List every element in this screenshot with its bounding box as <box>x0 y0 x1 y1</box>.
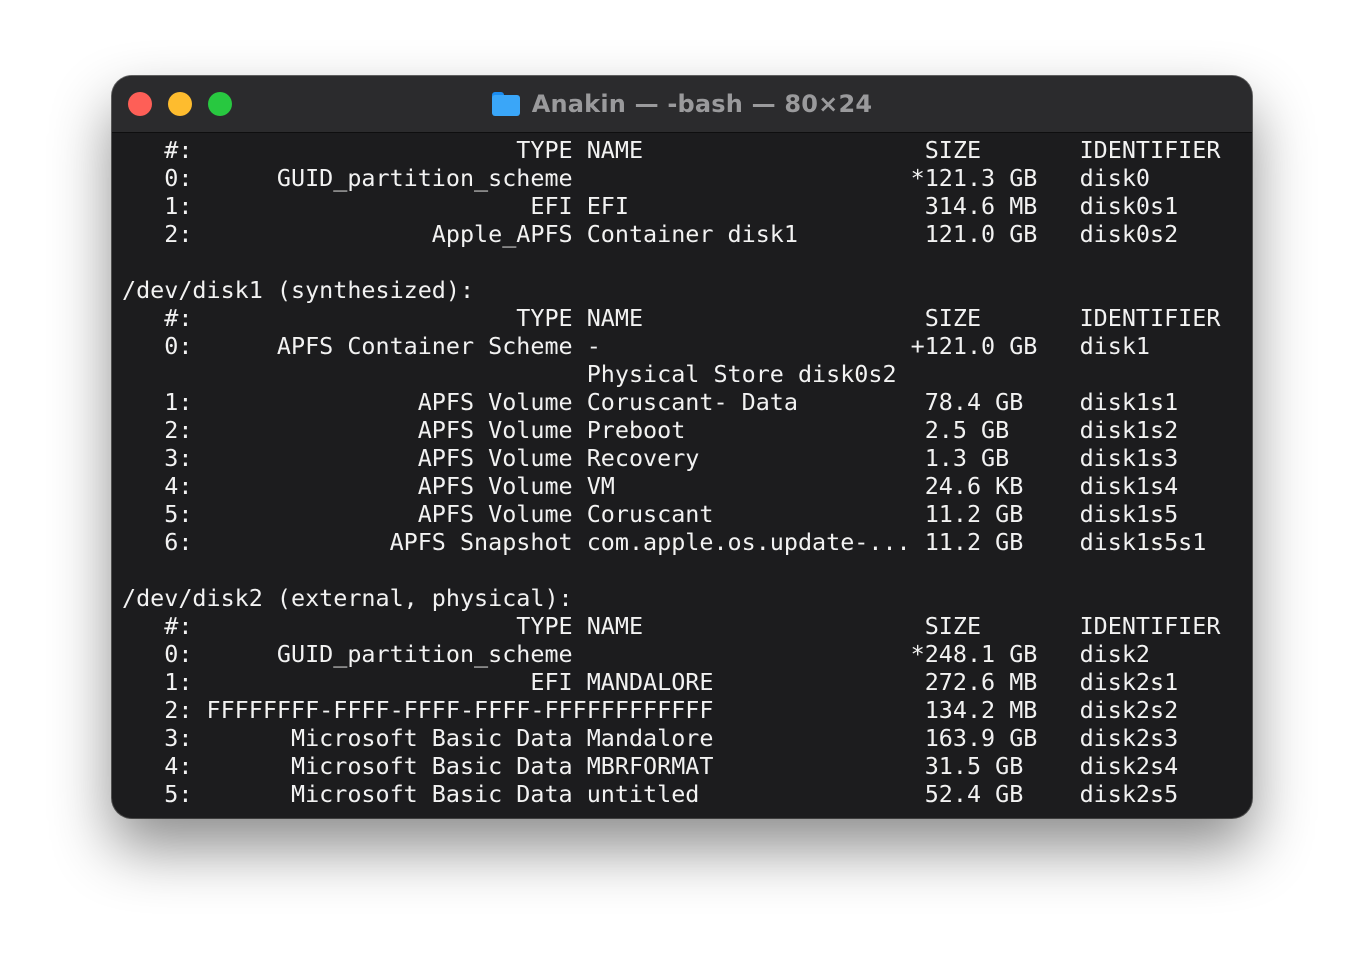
window-title: Anakin — -bash — 80×24 <box>531 90 873 118</box>
terminal-line: 2: APFS Volume Preboot 2.5 GB disk1s2 <box>122 416 1179 444</box>
terminal-line: #: TYPE NAME SIZE IDENTIFIER <box>122 136 1221 164</box>
window-title-group: Anakin — -bash — 80×24 <box>112 76 1252 132</box>
terminal-output[interactable]: #: TYPE NAME SIZE IDENTIFIER 0: GUID_par… <box>112 133 1252 818</box>
title-bar[interactable]: Anakin — -bash — 80×24 <box>112 76 1252 133</box>
terminal-line: 1: EFI MANDALORE 272.6 MB disk2s1 <box>122 668 1179 696</box>
terminal-window: Anakin — -bash — 80×24 #: TYPE NAME SIZE… <box>112 76 1252 818</box>
terminal-line: 0: GUID_partition_scheme *121.3 GB disk0 <box>122 164 1151 192</box>
terminal-line: 1: EFI EFI 314.6 MB disk0s1 <box>122 192 1179 220</box>
terminal-line: 3: APFS Volume Recovery 1.3 GB disk1s3 <box>122 444 1179 472</box>
terminal-line: #: TYPE NAME SIZE IDENTIFIER <box>122 612 1221 640</box>
terminal-line: 6: APFS Snapshot com.apple.os.update-...… <box>122 528 1207 556</box>
terminal-line: 0: APFS Container Scheme - +121.0 GB dis… <box>122 332 1151 360</box>
terminal-line: /dev/disk2 (external, physical): <box>122 584 573 612</box>
terminal-line: 2: Apple_APFS Container disk1 121.0 GB d… <box>122 220 1179 248</box>
terminal-line: 5: Microsoft Basic Data untitled 52.4 GB… <box>122 780 1179 808</box>
terminal-line: 1: APFS Volume Coruscant- Data 78.4 GB d… <box>122 388 1179 416</box>
terminal-line: 4: Microsoft Basic Data MBRFORMAT 31.5 G… <box>122 752 1179 780</box>
terminal-line: Physical Store disk0s2 <box>122 360 897 388</box>
terminal-line: 4: APFS Volume VM 24.6 KB disk1s4 <box>122 472 1179 500</box>
folder-icon <box>491 92 520 116</box>
terminal-line: /dev/disk1 (synthesized): <box>122 276 475 304</box>
terminal-line: 5: APFS Volume Coruscant 11.2 GB disk1s5 <box>122 500 1179 528</box>
terminal-line: 2: FFFFFFFF-FFFF-FFFF-FFFF-FFFFFFFFFFFF … <box>122 696 1179 724</box>
terminal-line: 3: Microsoft Basic Data Mandalore 163.9 … <box>122 724 1179 752</box>
terminal-line: 0: GUID_partition_scheme *248.1 GB disk2 <box>122 640 1151 668</box>
terminal-line: #: TYPE NAME SIZE IDENTIFIER <box>122 304 1221 332</box>
